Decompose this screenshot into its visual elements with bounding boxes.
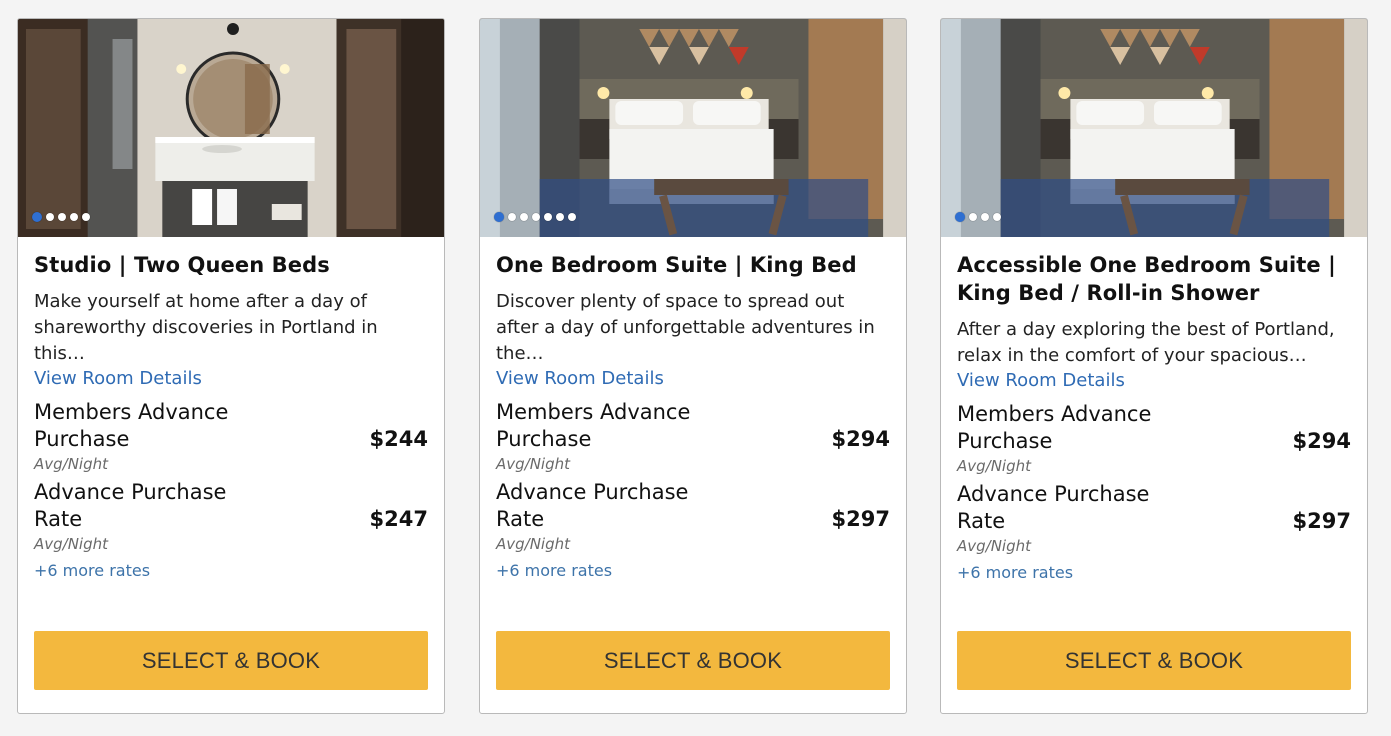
room-card: Studio | Two Queen Beds Make yourself at…	[17, 18, 445, 714]
rate-name: Members Advance Purchase	[34, 400, 229, 451]
room-photo-carousel[interactable]	[941, 19, 1367, 237]
rate-price: $244	[369, 427, 428, 451]
rate-option[interactable]: Members Advance Purchase $244 Avg/Night	[34, 399, 428, 475]
carousel-dot[interactable]	[494, 212, 504, 222]
room-description: Discover plenty of space to spread out a…	[496, 291, 875, 364]
rate-option[interactable]: Members Advance Purchase $294 Avg/Night	[957, 401, 1351, 477]
rate-option[interactable]: Advance Purchase Rate $297 Avg/Night	[496, 479, 890, 555]
room-photo-carousel[interactable]	[480, 19, 906, 237]
select-and-book-button[interactable]: SELECT & BOOK	[957, 631, 1351, 690]
king-bedroom-photo	[480, 19, 906, 237]
rate-name: Advance Purchase Rate	[957, 482, 1150, 533]
bathroom-vanity-photo	[18, 19, 444, 237]
room-title: Studio | Two Queen Beds	[34, 253, 330, 277]
rate-option[interactable]: Advance Purchase Rate $297 Avg/Night	[957, 481, 1351, 557]
carousel-dot[interactable]	[969, 213, 977, 221]
avg-night-label: Avg/Night	[496, 535, 571, 553]
more-rates-link[interactable]: +6 more rates	[34, 561, 150, 580]
room-photo-carousel[interactable]	[18, 19, 444, 237]
carousel-dot[interactable]	[981, 213, 989, 221]
view-room-details-link[interactable]: View Room Details	[957, 369, 1125, 393]
room-title: Accessible One Bedroom Suite | King Bed …	[957, 253, 1336, 305]
rate-price: $247	[369, 507, 428, 531]
room-description: Make yourself at home after a day of sha…	[34, 291, 378, 364]
select-and-book-button[interactable]: SELECT & BOOK	[496, 631, 890, 690]
carousel-dot[interactable]	[520, 213, 528, 221]
rate-option[interactable]: Advance Purchase Rate $247 Avg/Night	[34, 479, 428, 555]
carousel-dots[interactable]	[494, 212, 576, 222]
select-and-book-button[interactable]: SELECT & BOOK	[34, 631, 428, 690]
carousel-dot[interactable]	[993, 213, 1001, 221]
avg-night-label: Avg/Night	[34, 455, 109, 473]
carousel-dot[interactable]	[568, 213, 576, 221]
room-card: One Bedroom Suite | King Bed Discover pl…	[479, 18, 907, 714]
carousel-dot[interactable]	[32, 212, 42, 222]
carousel-dot[interactable]	[82, 213, 90, 221]
carousel-dots[interactable]	[955, 212, 1001, 222]
avg-night-label: Avg/Night	[957, 457, 1032, 475]
room-description: After a day exploring the best of Portla…	[957, 319, 1335, 366]
avg-night-label: Avg/Night	[957, 537, 1032, 555]
carousel-dot[interactable]	[508, 213, 516, 221]
room-card: Accessible One Bedroom Suite | King Bed …	[940, 18, 1368, 714]
carousel-dot[interactable]	[955, 212, 965, 222]
avg-night-label: Avg/Night	[496, 455, 571, 473]
rate-option[interactable]: Members Advance Purchase $294 Avg/Night	[496, 399, 890, 475]
view-room-details-link[interactable]: View Room Details	[34, 367, 202, 391]
more-rates-link[interactable]: +6 more rates	[957, 563, 1073, 582]
rate-name: Members Advance Purchase	[496, 400, 691, 451]
carousel-dot[interactable]	[58, 213, 66, 221]
room-card-list: Studio | Two Queen Beds Make yourself at…	[0, 0, 1391, 736]
room-title: One Bedroom Suite | King Bed	[496, 253, 857, 277]
carousel-dot[interactable]	[46, 213, 54, 221]
carousel-dot[interactable]	[556, 213, 564, 221]
rate-name: Members Advance Purchase	[957, 402, 1152, 453]
rate-price: $294	[1292, 429, 1351, 453]
avg-night-label: Avg/Night	[34, 535, 109, 553]
rate-price: $294	[831, 427, 890, 451]
rate-price: $297	[1292, 509, 1351, 533]
more-rates-link[interactable]: +6 more rates	[496, 561, 612, 580]
carousel-dot[interactable]	[544, 213, 552, 221]
king-bedroom-photo	[941, 19, 1367, 237]
rate-name: Advance Purchase Rate	[496, 480, 689, 531]
rate-name: Advance Purchase Rate	[34, 480, 227, 531]
rate-price: $297	[831, 507, 890, 531]
view-room-details-link[interactable]: View Room Details	[496, 367, 664, 391]
carousel-dots[interactable]	[32, 212, 90, 222]
carousel-dot[interactable]	[70, 213, 78, 221]
carousel-dot[interactable]	[532, 213, 540, 221]
